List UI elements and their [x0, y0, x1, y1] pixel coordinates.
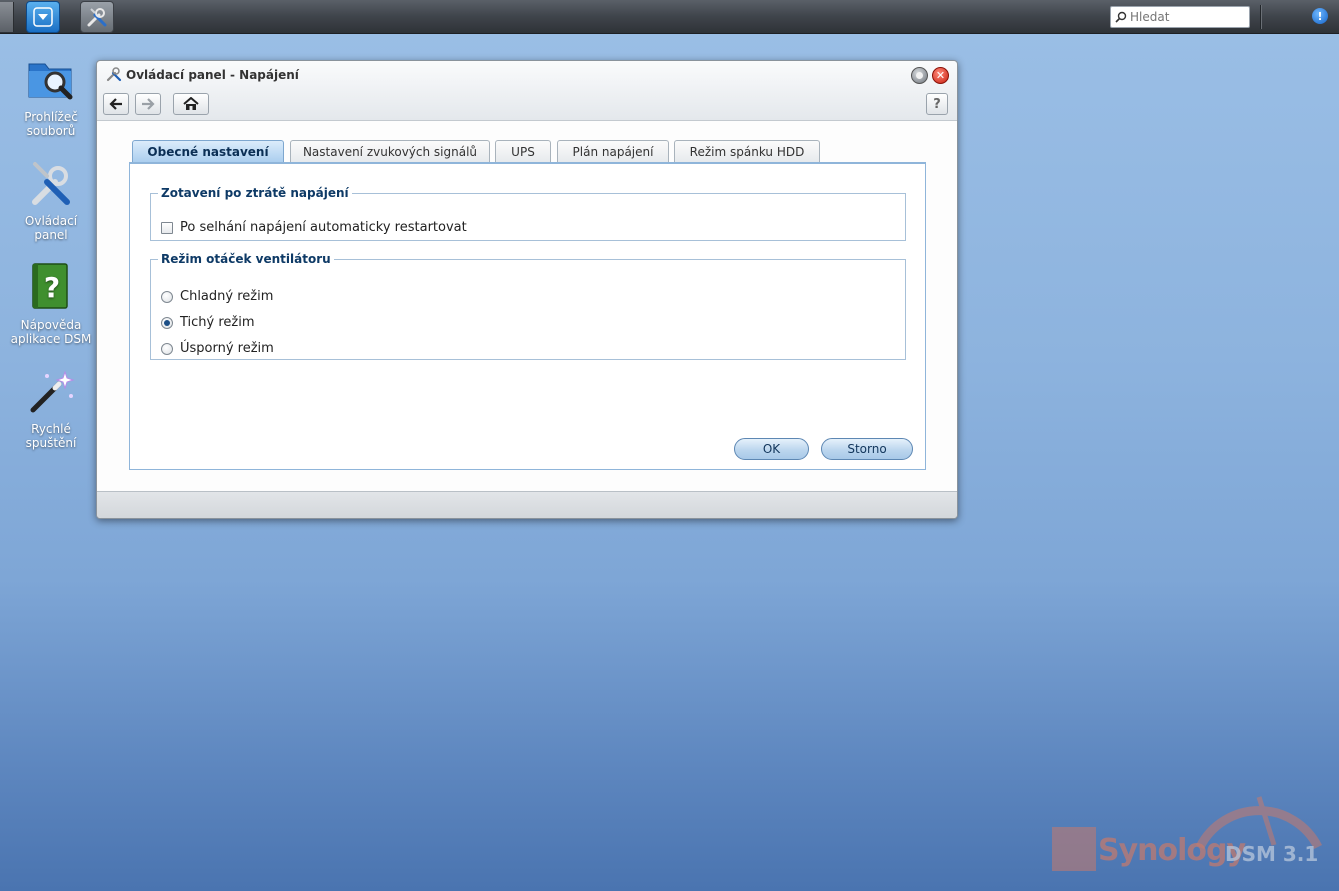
- forward-button[interactable]: [135, 93, 161, 115]
- help-icon: ?: [933, 96, 941, 112]
- arrow-left-icon: [109, 98, 122, 110]
- fan-mode-radio-quiet[interactable]: [161, 316, 173, 329]
- fan-mode-option-quiet[interactable]: Tichý režim: [161, 315, 255, 330]
- fan-mode-label: Chladný režim: [180, 289, 274, 304]
- tools-icon: [32, 162, 70, 205]
- folder-search-icon: [28, 63, 73, 100]
- cancel-button[interactable]: Storno: [821, 438, 913, 460]
- auto-restart-checkbox[interactable]: [161, 221, 173, 234]
- watermark-brand: Synology: [1098, 833, 1246, 868]
- desktop-icon-label-line2: souborů: [26, 124, 76, 138]
- desktop-icon-label-line1: Nápověda: [20, 318, 82, 332]
- tab-label: Režim spánku HDD: [689, 144, 805, 159]
- info-icon[interactable]: !: [1312, 8, 1328, 24]
- desktop-icon-label-line2: panel: [34, 228, 68, 242]
- arrow-right-icon: [142, 98, 155, 110]
- tab-panel-general: Zotavení po ztrátě napájení Po selhání n…: [129, 164, 926, 470]
- tab-hdd-hibernation[interactable]: Režim spánku HDD: [674, 140, 820, 162]
- back-button[interactable]: [103, 93, 129, 115]
- minimize-icon: [916, 72, 923, 79]
- search-icon: [1115, 11, 1127, 23]
- auto-restart-label: Po selhání napájení automaticky restarto…: [180, 220, 467, 235]
- taskbar-grip: [0, 2, 14, 32]
- power-recovery-group: Zotavení po ztrátě napájení Po selhání n…: [150, 186, 906, 241]
- power-recovery-legend: Zotavení po ztrátě napájení: [161, 186, 349, 200]
- auto-restart-option[interactable]: Po selhání napájení automaticky restarto…: [161, 220, 467, 235]
- desktop-icon-dsm-help[interactable]: ? Nápověda aplikace DSM: [8, 262, 94, 346]
- taskbar: !: [0, 0, 1339, 34]
- chevron-down-icon: [33, 7, 53, 27]
- desktop-icon-quick-start[interactable]: Rychlé spuštění: [8, 366, 94, 450]
- close-icon: ✕: [935, 69, 946, 82]
- minimize-button[interactable]: [911, 67, 928, 84]
- tab-label: Obecné nastavení: [147, 145, 269, 159]
- ok-button[interactable]: OK: [734, 438, 809, 460]
- taskbar-control-panel-button[interactable]: [80, 1, 114, 33]
- control-panel-window: Ovládací panel - Napájení ✕ ? Obecné nas…: [96, 60, 958, 519]
- tab-ups[interactable]: UPS: [495, 140, 551, 162]
- svg-text:?: ?: [44, 271, 60, 304]
- fan-mode-option-cool[interactable]: Chladný režim: [161, 289, 273, 304]
- tools-icon: [87, 8, 107, 27]
- close-button[interactable]: ✕: [932, 67, 949, 84]
- fan-mode-radio-eco[interactable]: [161, 342, 173, 355]
- desktop-icon-label-line2: spuštění: [25, 436, 77, 450]
- fan-mode-label: Úsporný režim: [180, 341, 274, 356]
- tab-general-settings[interactable]: Obecné nastavení: [132, 140, 284, 163]
- tab-label: UPS: [511, 144, 535, 159]
- ok-button-label: OK: [762, 442, 781, 456]
- desktop-icon-label-line1: Prohlížeč: [24, 110, 78, 124]
- window-statusbar: [97, 491, 957, 518]
- home-icon: [183, 97, 199, 110]
- tab-power-schedule[interactable]: Plán napájení: [557, 140, 669, 162]
- fan-mode-label: Tichý režim: [180, 315, 255, 330]
- window-title: Ovládací panel - Napájení: [126, 68, 299, 82]
- desktop-icon-label-line1: Rychlé: [31, 422, 71, 436]
- desktop-icon-file-browser[interactable]: Prohlížeč souborů: [8, 54, 94, 138]
- help-button[interactable]: ?: [926, 93, 948, 115]
- taskbar-separator: [1260, 5, 1261, 29]
- desktop-icon-label-line2: aplikace DSM: [10, 332, 92, 346]
- tab-label: Nastavení zvukových signálů: [302, 144, 478, 159]
- tools-icon: [106, 67, 122, 82]
- desktop-icon-label-line1: Ovládací: [24, 214, 78, 228]
- search-box[interactable]: [1110, 6, 1250, 28]
- cancel-button-label: Storno: [847, 442, 887, 456]
- watermark-product: DSM 3.1: [1225, 842, 1319, 866]
- tab-label: Plán napájení: [572, 144, 654, 159]
- fan-mode-legend: Režim otáček ventilátoru: [161, 252, 331, 266]
- fan-mode-option-eco[interactable]: Úsporný režim: [161, 341, 274, 356]
- help-book-icon: ?: [32, 263, 68, 309]
- fan-mode-group: Režim otáček ventilátoru Chladný režim T…: [150, 252, 906, 360]
- tab-beep-settings[interactable]: Nastavení zvukových signálů: [290, 140, 490, 162]
- window-titlebar[interactable]: Ovládací panel - Napájení ✕ ?: [97, 61, 957, 121]
- start-menu-button[interactable]: [26, 1, 60, 33]
- search-input[interactable]: [1130, 10, 1240, 24]
- fan-mode-radio-cool[interactable]: [161, 290, 173, 303]
- home-button[interactable]: [173, 93, 209, 115]
- magic-wand-icon: [30, 370, 75, 413]
- desktop-icon-control-panel[interactable]: Ovládací panel: [8, 158, 94, 242]
